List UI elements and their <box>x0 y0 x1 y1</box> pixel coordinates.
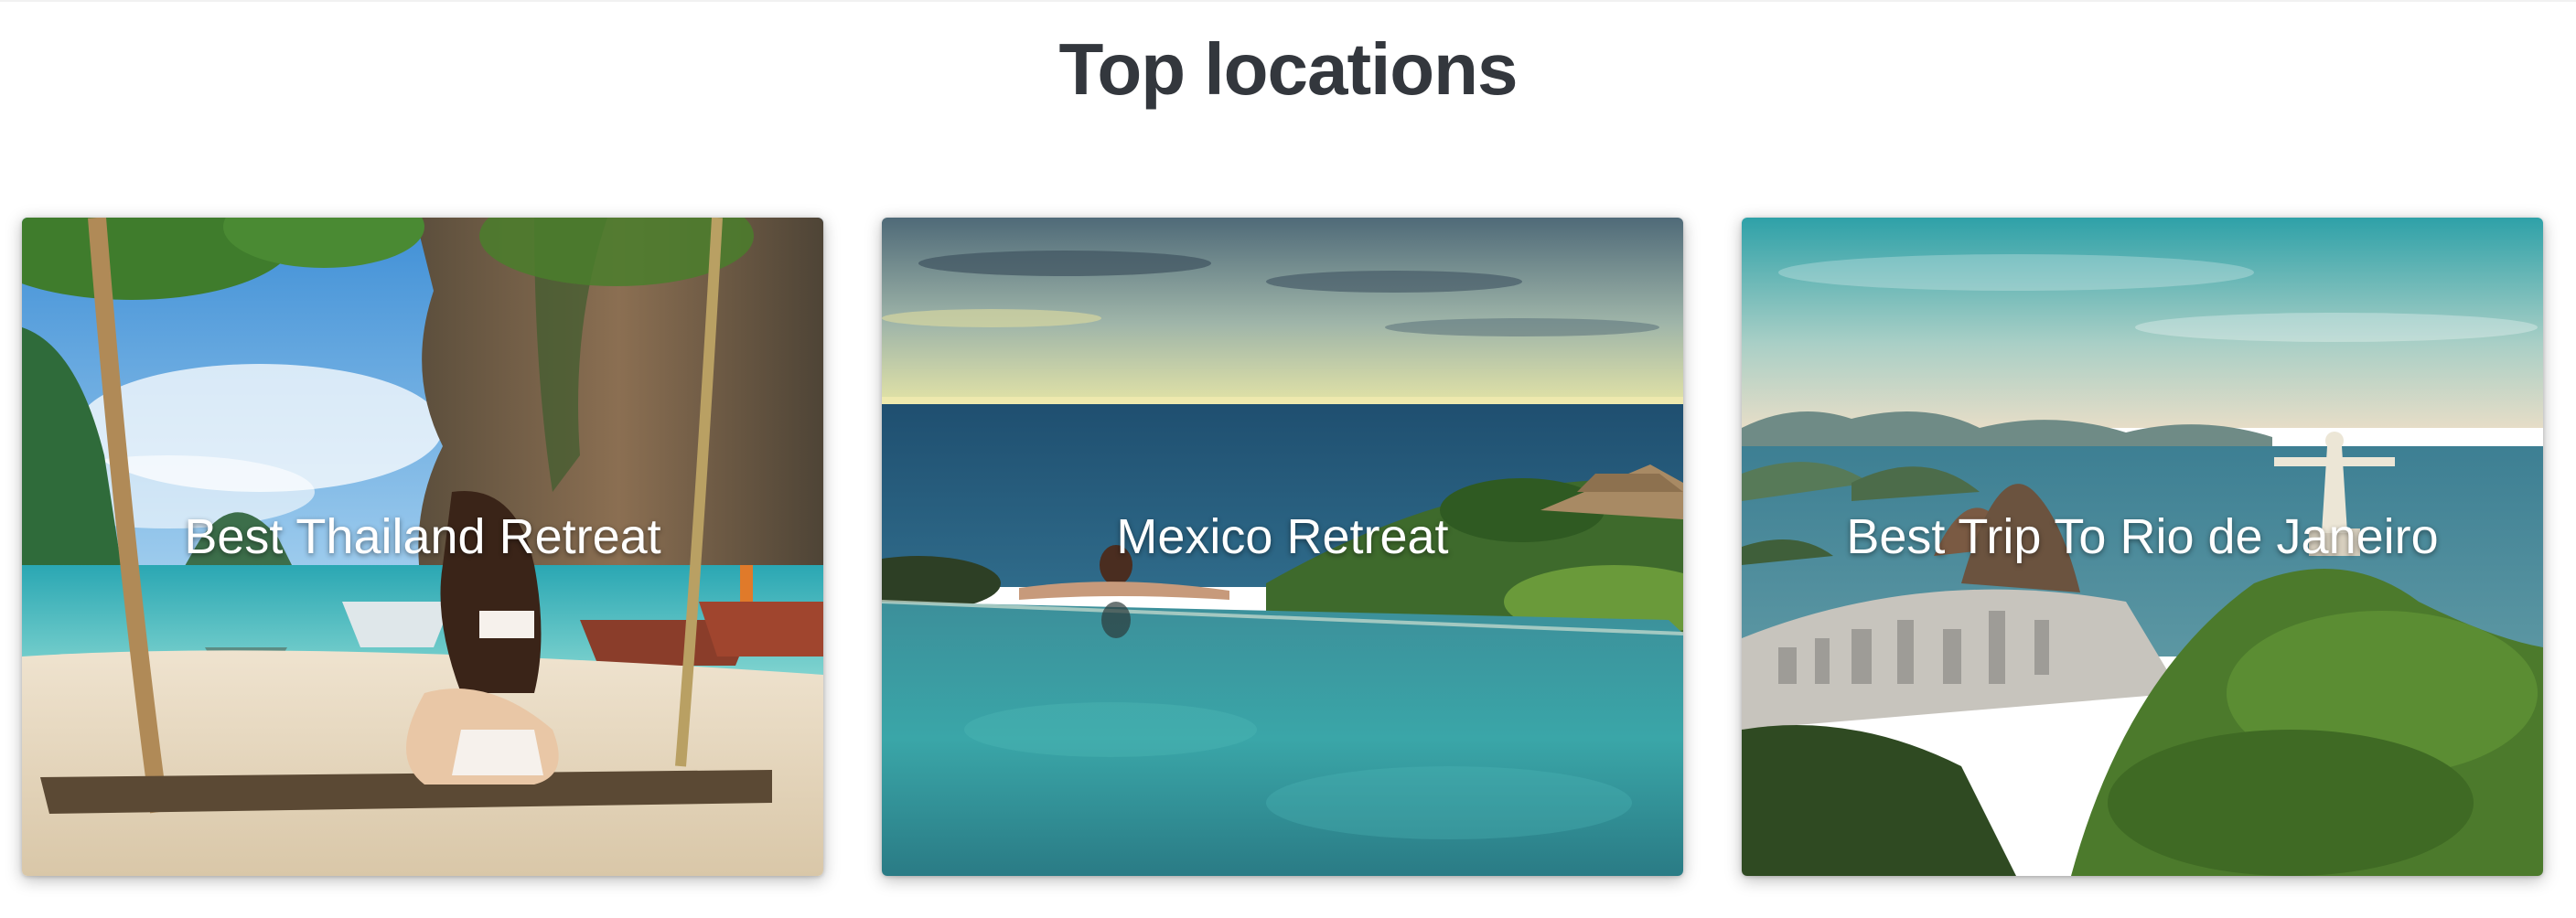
card-title: Best Thailand Retreat <box>184 509 661 564</box>
location-card-rio[interactable]: Best Trip To Rio de Janeiro <box>1742 218 2543 876</box>
location-card-thailand[interactable]: Best Thailand Retreat <box>22 218 823 876</box>
section-title: Top locations <box>1058 28 1518 110</box>
card-title: Mexico Retreat <box>1116 509 1449 564</box>
card-title: Best Trip To Rio de Janeiro <box>1846 509 2439 564</box>
location-card-mexico[interactable]: Mexico Retreat <box>882 218 1683 876</box>
top-divider <box>0 0 2576 2</box>
